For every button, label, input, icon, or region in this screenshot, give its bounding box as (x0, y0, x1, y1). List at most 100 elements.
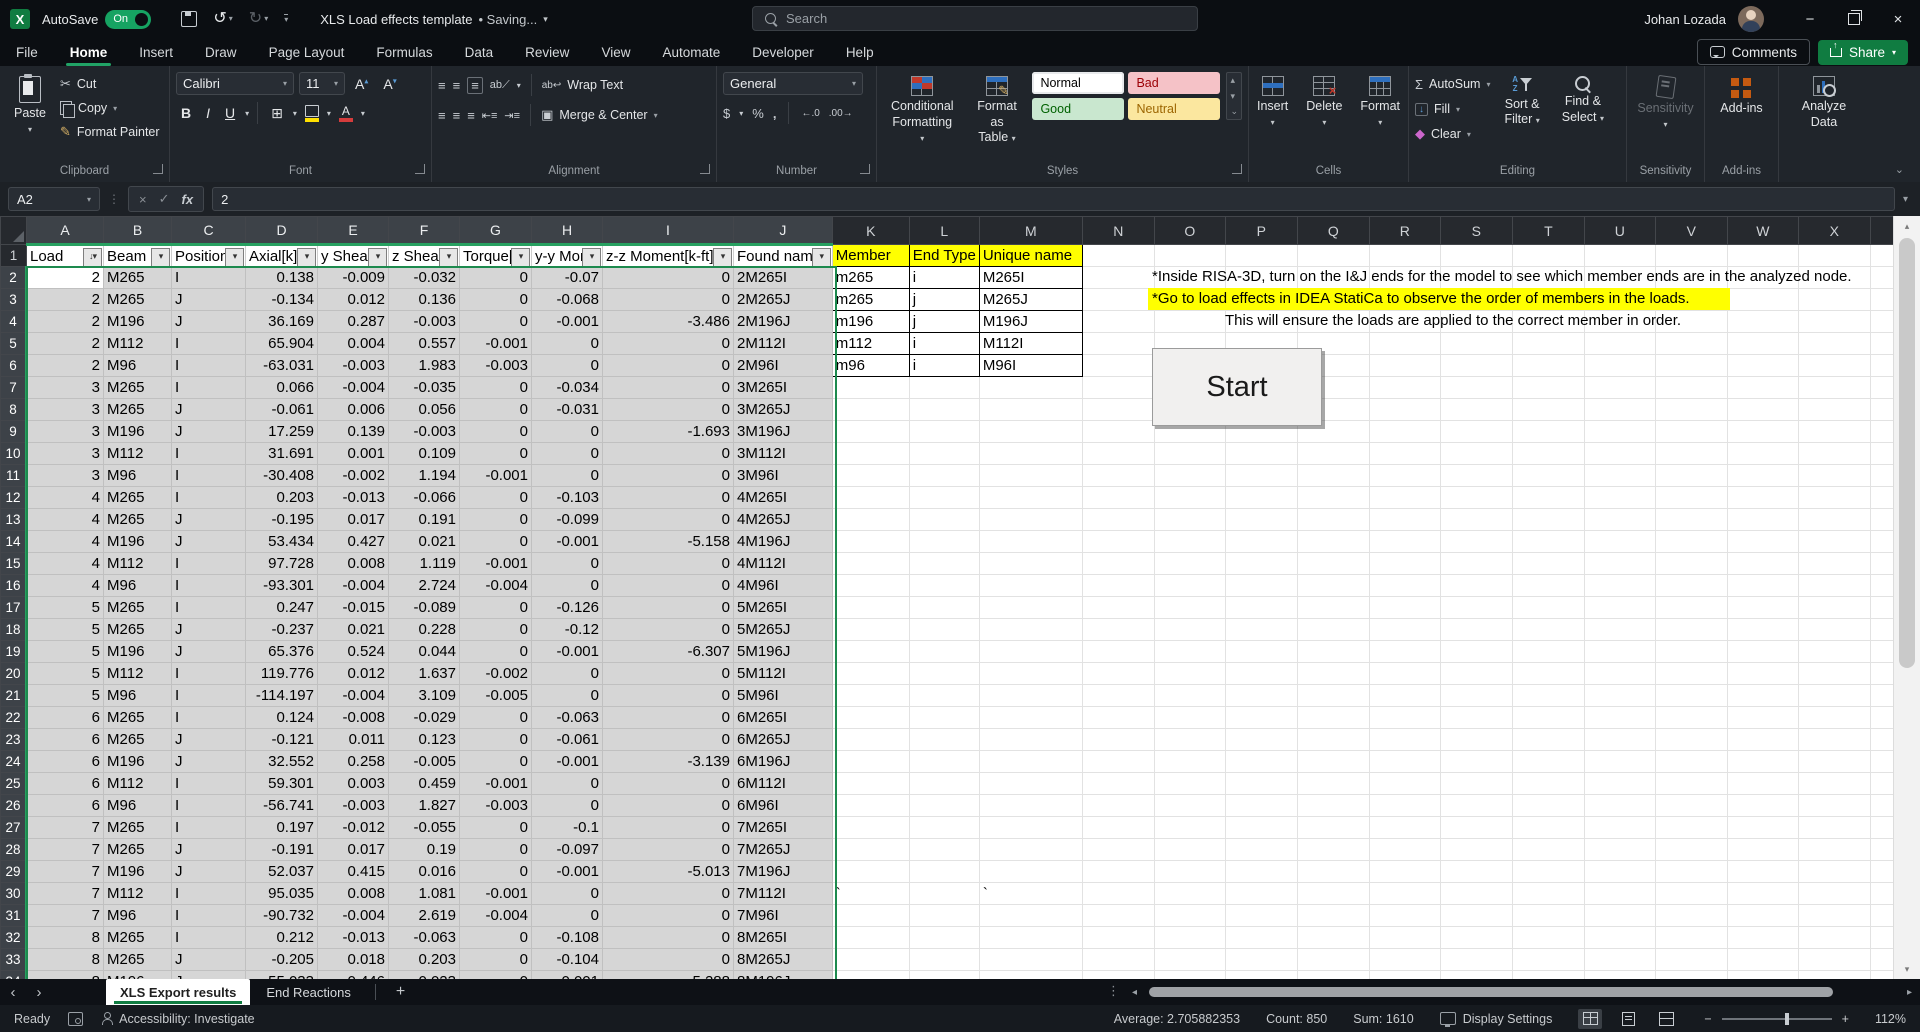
cell[interactable] (1798, 773, 1870, 795)
cell-b20[interactable]: M112 (104, 663, 172, 685)
cell-c23[interactable]: J (172, 729, 246, 751)
cell-c25[interactable]: I (172, 773, 246, 795)
cell[interactable] (1512, 443, 1584, 465)
cell-k26[interactable] (832, 795, 909, 817)
cell-h15[interactable]: 0 (532, 553, 603, 575)
cell-m11[interactable] (979, 465, 1082, 487)
cell[interactable] (1082, 575, 1154, 597)
cell-l29[interactable] (909, 861, 979, 883)
cell[interactable] (1154, 575, 1225, 597)
sheet-tab-end-reactions[interactable]: End Reactions (252, 979, 365, 1005)
zoom-level[interactable]: 112% (1875, 1012, 1906, 1026)
column-header-R[interactable]: R (1369, 217, 1440, 245)
cell-d18[interactable]: -0.237 (246, 619, 318, 641)
cell[interactable] (1727, 311, 1798, 333)
cell-d5[interactable]: 65.904 (246, 333, 318, 355)
cell[interactable] (1369, 927, 1440, 949)
cell[interactable] (1512, 509, 1584, 531)
cell-k30[interactable]: ` (832, 883, 909, 905)
cell[interactable] (1082, 707, 1154, 729)
cell-e25[interactable]: 0.003 (318, 773, 389, 795)
cell-f24[interactable]: -0.005 (389, 751, 460, 773)
cell-d26[interactable]: -56.741 (246, 795, 318, 817)
cell-e32[interactable]: -0.013 (318, 927, 389, 949)
cell[interactable] (1798, 289, 1870, 311)
cell-a10[interactable]: 3 (27, 443, 104, 465)
align-middle-icon[interactable]: ≡ (453, 78, 461, 93)
cell-k25[interactable] (832, 773, 909, 795)
cell[interactable] (1082, 531, 1154, 553)
macro-record-icon[interactable] (68, 1012, 83, 1026)
cell[interactable] (1727, 465, 1798, 487)
cell[interactable] (1727, 817, 1798, 839)
cell-f17[interactable]: -0.089 (389, 597, 460, 619)
cell-h11[interactable]: 0 (532, 465, 603, 487)
cell-i29[interactable]: -5.013 (603, 861, 734, 883)
cell-f10[interactable]: 0.109 (389, 443, 460, 465)
analyze-data-button[interactable]: AnalyzeData (1794, 72, 1854, 134)
cell[interactable] (1440, 553, 1512, 575)
cell[interactable] (1440, 421, 1512, 443)
scroll-right-icon[interactable]: ▸ (1907, 987, 1912, 998)
cell-e33[interactable]: 0.018 (318, 949, 389, 971)
cell-e23[interactable]: 0.011 (318, 729, 389, 751)
cell[interactable] (1655, 421, 1727, 443)
autosave-switch[interactable]: On (105, 10, 151, 29)
cell[interactable] (1369, 421, 1440, 443)
cell-i6[interactable]: 0 (603, 355, 734, 377)
cell-f20[interactable]: 1.637 (389, 663, 460, 685)
cell-b21[interactable]: M96 (104, 685, 172, 707)
cell-l27[interactable] (909, 817, 979, 839)
cell-g24[interactable]: 0 (460, 751, 532, 773)
row-header-5[interactable]: 5 (1, 333, 27, 355)
cell-j16[interactable]: 4M96I (734, 575, 833, 597)
cell[interactable] (1369, 707, 1440, 729)
cell[interactable] (1225, 817, 1297, 839)
cell[interactable] (1440, 905, 1512, 927)
underline-button[interactable]: U (220, 104, 240, 122)
cell[interactable] (1655, 795, 1727, 817)
cell[interactable] (1082, 839, 1154, 861)
cell-c12[interactable]: I (172, 487, 246, 509)
cell[interactable] (1440, 399, 1512, 421)
ribbon-tab-review[interactable]: Review (509, 38, 585, 66)
cell[interactable] (1727, 685, 1798, 707)
font-color-button[interactable]: A (336, 104, 356, 123)
cell[interactable] (1727, 553, 1798, 575)
cell[interactable] (1512, 663, 1584, 685)
cell-a31[interactable]: 7 (27, 905, 104, 927)
cell-d13[interactable]: -0.195 (246, 509, 318, 531)
cell-j3[interactable]: 2M265J (734, 289, 833, 311)
cell-f6[interactable]: 1.983 (389, 355, 460, 377)
cell-d3[interactable]: -0.134 (246, 289, 318, 311)
cell[interactable] (1154, 465, 1225, 487)
cell[interactable] (1225, 443, 1297, 465)
cell[interactable] (1512, 619, 1584, 641)
cell[interactable] (1798, 509, 1870, 531)
cell-b16[interactable]: M96 (104, 575, 172, 597)
cell[interactable] (1798, 575, 1870, 597)
column-header-T[interactable]: T (1512, 217, 1584, 245)
cell-m31[interactable] (979, 905, 1082, 927)
cell[interactable] (1727, 663, 1798, 685)
chevron-down-icon[interactable]: ▾ (361, 109, 365, 118)
cell-f11[interactable]: 1.194 (389, 465, 460, 487)
cell-a20[interactable]: 5 (27, 663, 104, 685)
cell-g8[interactable]: 0 (460, 399, 532, 421)
excel-app-icon[interactable]: X (10, 9, 30, 29)
cell-d28[interactable]: -0.191 (246, 839, 318, 861)
user-name[interactable]: Johan Lozada (1644, 12, 1726, 27)
comments-button[interactable]: Comments (1697, 39, 1810, 65)
cell-c19[interactable]: J (172, 641, 246, 663)
cell-d24[interactable]: 32.552 (246, 751, 318, 773)
cell-g13[interactable]: 0 (460, 509, 532, 531)
cell-l30[interactable] (909, 883, 979, 905)
cell[interactable] (1369, 839, 1440, 861)
cell[interactable] (1297, 795, 1369, 817)
cell-j2[interactable]: 2M265I (734, 267, 833, 289)
cell-f18[interactable]: 0.228 (389, 619, 460, 641)
cell-l14[interactable] (909, 531, 979, 553)
cell[interactable] (1655, 355, 1727, 377)
cell[interactable] (1727, 861, 1798, 883)
cell-j26[interactable]: 6M96I (734, 795, 833, 817)
